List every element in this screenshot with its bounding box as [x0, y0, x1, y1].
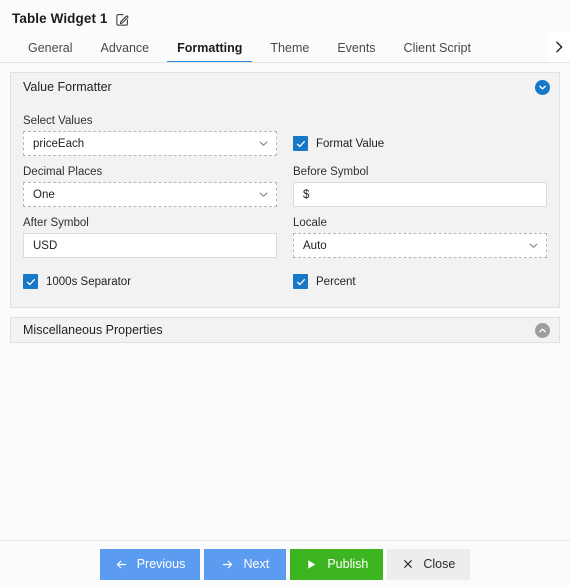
- form-row-after-locale: After Symbol USD Locale Auto: [23, 217, 547, 258]
- percent-label: Percent: [316, 275, 356, 288]
- next-button-label: Next: [243, 557, 270, 571]
- select-values-dropdown[interactable]: priceEach: [23, 131, 277, 156]
- format-value-checkbox[interactable]: [293, 136, 308, 151]
- misc-properties-title: Miscellaneous Properties: [23, 323, 163, 337]
- chevron-down-icon: [258, 189, 269, 200]
- arrow-left-icon: [115, 558, 128, 571]
- form-row-decimal-before: Decimal Places One Before Symbol $: [23, 166, 547, 207]
- before-symbol-label: Before Symbol: [293, 166, 369, 178]
- after-symbol-input[interactable]: USD: [23, 233, 277, 258]
- select-values-group: Select Values priceEach: [23, 115, 277, 156]
- chevron-down-circle-icon[interactable]: [535, 79, 550, 95]
- previous-button[interactable]: Previous: [99, 548, 201, 580]
- locale-value: Auto: [303, 239, 327, 252]
- close-x-icon: [402, 558, 414, 570]
- select-values-label: Select Values: [23, 115, 93, 127]
- decimal-places-dropdown[interactable]: One: [23, 182, 277, 207]
- close-button[interactable]: Close: [387, 548, 471, 580]
- footer-button-bar: Previous Next Publish Close: [0, 540, 570, 587]
- tab-events[interactable]: Events: [323, 33, 389, 62]
- percent-row[interactable]: Percent: [293, 274, 356, 289]
- chevron-right-icon[interactable]: [548, 33, 570, 62]
- tab-advance[interactable]: Advance: [86, 33, 163, 62]
- next-button[interactable]: Next: [204, 548, 287, 580]
- chevron-up-circle-icon[interactable]: [535, 322, 550, 338]
- thousands-separator-group: 1000s Separator: [23, 274, 277, 289]
- misc-properties-panel[interactable]: Miscellaneous Properties: [10, 317, 560, 343]
- before-symbol-value: $: [303, 188, 310, 201]
- before-symbol-group: Before Symbol $: [293, 166, 547, 207]
- thousands-separator-checkbox[interactable]: [23, 274, 38, 289]
- thousands-separator-row[interactable]: 1000s Separator: [23, 274, 131, 289]
- edit-pencil-icon[interactable]: [115, 12, 130, 27]
- chevron-down-icon: [528, 240, 539, 251]
- play-icon: [305, 558, 318, 571]
- format-value-label: Format Value: [316, 137, 385, 150]
- form-row-select-values: Select Values priceEach Format Value: [23, 115, 547, 156]
- percent-checkbox[interactable]: [293, 274, 308, 289]
- after-symbol-group: After Symbol USD: [23, 217, 277, 258]
- tab-client-script[interactable]: Client Script: [390, 33, 485, 62]
- select-values-value: priceEach: [33, 137, 85, 150]
- percent-group: Percent: [293, 274, 547, 289]
- value-formatter-body: Select Values priceEach Format Value Dec…: [11, 101, 559, 307]
- form-row-checkboxes: 1000s Separator Percent: [23, 274, 547, 289]
- publish-button[interactable]: Publish: [290, 548, 384, 580]
- format-value-checkbox-row[interactable]: Format Value: [293, 136, 547, 151]
- arrow-right-icon: [221, 558, 234, 571]
- tab-bar: General Advance Formatting Theme Events …: [0, 33, 570, 63]
- value-formatter-panel: Value Formatter Select Values priceEach: [10, 72, 560, 308]
- tab-theme[interactable]: Theme: [256, 33, 323, 62]
- previous-button-label: Previous: [136, 557, 186, 571]
- chevron-down-icon: [258, 138, 269, 149]
- decimal-places-label: Decimal Places: [23, 166, 103, 178]
- tab-formatting[interactable]: Formatting: [163, 33, 256, 62]
- widget-header: Table Widget 1: [0, 0, 570, 27]
- locale-label: Locale: [293, 217, 327, 229]
- before-symbol-input[interactable]: $: [293, 182, 547, 207]
- close-button-label: Close: [423, 557, 456, 571]
- publish-button-label: Publish: [327, 557, 369, 571]
- value-formatter-header[interactable]: Value Formatter: [11, 73, 559, 101]
- format-value-group: Format Value: [293, 115, 547, 156]
- locale-group: Locale Auto: [293, 217, 547, 258]
- decimal-places-group: Decimal Places One: [23, 166, 277, 207]
- tab-general[interactable]: General: [14, 33, 86, 62]
- locale-dropdown[interactable]: Auto: [293, 233, 547, 258]
- value-formatter-title: Value Formatter: [23, 80, 112, 94]
- after-symbol-label: After Symbol: [23, 217, 89, 229]
- format-value-label-spacer: [293, 115, 547, 132]
- after-symbol-value: USD: [33, 239, 58, 252]
- page-title: Table Widget 1: [12, 10, 108, 26]
- decimal-places-value: One: [33, 188, 55, 201]
- thousands-separator-label: 1000s Separator: [46, 275, 132, 288]
